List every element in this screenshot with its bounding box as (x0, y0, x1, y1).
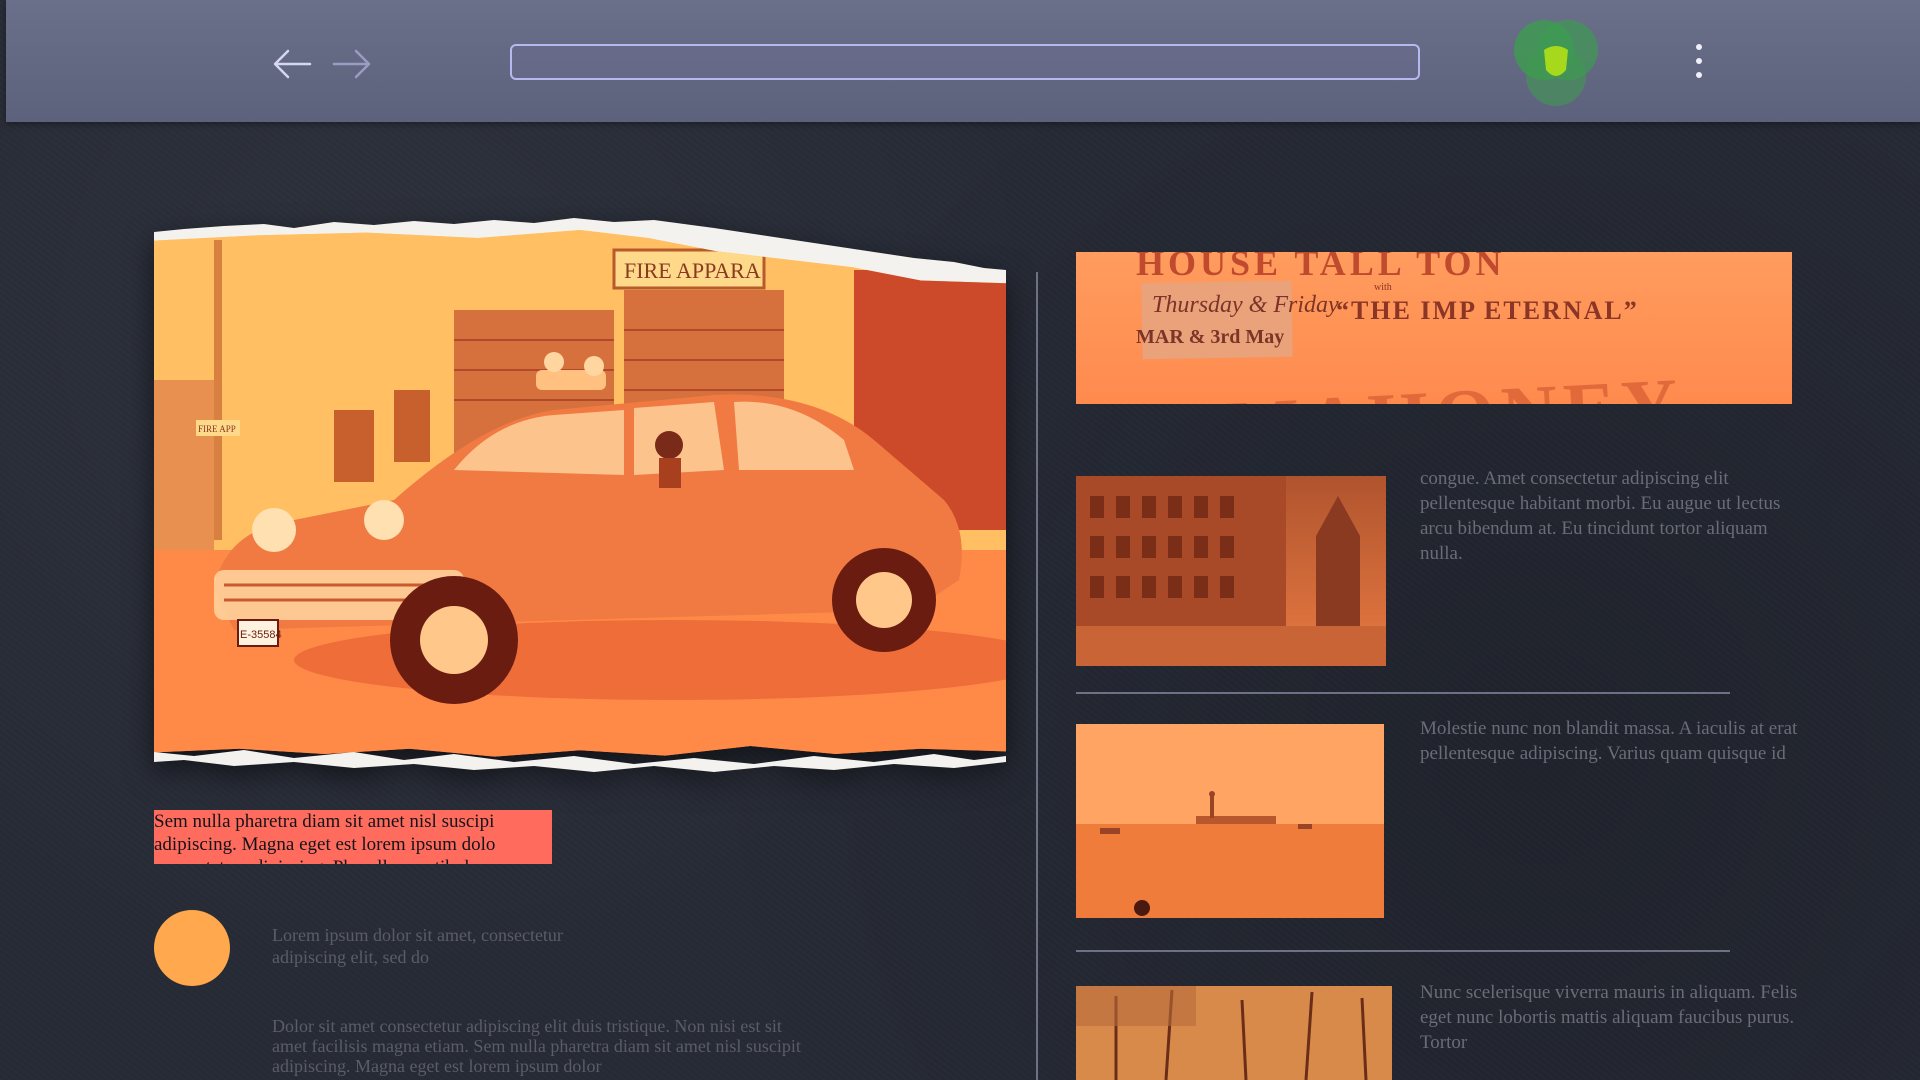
poster-headline: MAHONEY (1224, 360, 1686, 404)
author-avatar[interactable] (154, 910, 230, 986)
license-plate: E-35584 (240, 629, 282, 641)
menu-dot-icon (1696, 58, 1702, 64)
hero-photo-card[interactable]: FIRE APPARA FIRE APP E-35584 (154, 218, 1006, 774)
kebab-menu-button[interactable] (1686, 42, 1712, 82)
author-lead-text: Lorem ipsum dolor sit amet, consectetur … (272, 925, 563, 967)
article-thumbnail-trees[interactable] (1076, 986, 1392, 1080)
excerpt-line: adipiscing. Magna eget est lorem ipsum d… (154, 834, 496, 855)
article-snippet: Molestie nunc non blandit massa. A iacul… (1420, 718, 1798, 764)
ambulance-photo: FIRE APPARA FIRE APP E-35584 (154, 230, 1006, 757)
winter-trees-image (1076, 986, 1392, 1080)
forward-button[interactable] (330, 46, 374, 82)
poster-date-line1: Thursday & Friday (1152, 292, 1339, 318)
article-body-text: Dolor sit amet consectetur adipiscing el… (272, 1016, 801, 1076)
poster-with-text: with (1374, 282, 1392, 293)
torn-paper-bottom (154, 750, 1006, 772)
poster-title: “THE IMP ETERNAL” (1336, 296, 1639, 325)
column-divider (1036, 272, 1038, 1080)
small-fire-sign: FIRE APP (198, 424, 236, 434)
article-separator (1076, 950, 1730, 952)
arrow-right-icon (332, 49, 371, 79)
article-separator (1076, 692, 1730, 694)
browser-toolbar (6, 0, 1920, 122)
fire-apparatus-sign: FIRE APPARA (624, 258, 761, 283)
article-thumbnail-buildings[interactable] (1076, 476, 1386, 666)
extension-button[interactable] (1506, 16, 1606, 110)
menu-dot-icon (1696, 72, 1702, 78)
highlighted-excerpt: Sem nulla pharetra diam sit amet nisl su… (154, 810, 552, 864)
article-snippet: congue. Amet consectetur adipiscing elit… (1420, 468, 1781, 564)
back-button[interactable] (270, 46, 314, 82)
vintage-car-illustration: FIRE APPARA FIRE APP E-35584 (154, 230, 1006, 757)
poster-top-text: HOUSE TALL TON (1136, 252, 1506, 283)
poster-banner[interactable]: HOUSE TALL TON Thursday & Friday MAR & 3… (1076, 252, 1792, 404)
harbor-statue-image (1076, 724, 1384, 918)
address-bar[interactable] (510, 44, 1420, 80)
article-thumbnail-harbor[interactable] (1076, 724, 1384, 918)
article-snippet: Nunc scelerisque viverra mauris in aliqu… (1420, 982, 1798, 1053)
city-buildings-image (1076, 476, 1386, 666)
shield-logo-icon (1514, 20, 1598, 106)
poster-date-line2: MAR & 3rd May (1136, 326, 1285, 348)
excerpt-line: consectetur adipiscing. Phasellus vestib… (154, 856, 552, 864)
menu-dot-icon (1696, 44, 1702, 50)
arrow-left-icon (273, 49, 312, 79)
excerpt-line: Sem nulla pharetra diam sit amet nisl su… (154, 811, 495, 832)
